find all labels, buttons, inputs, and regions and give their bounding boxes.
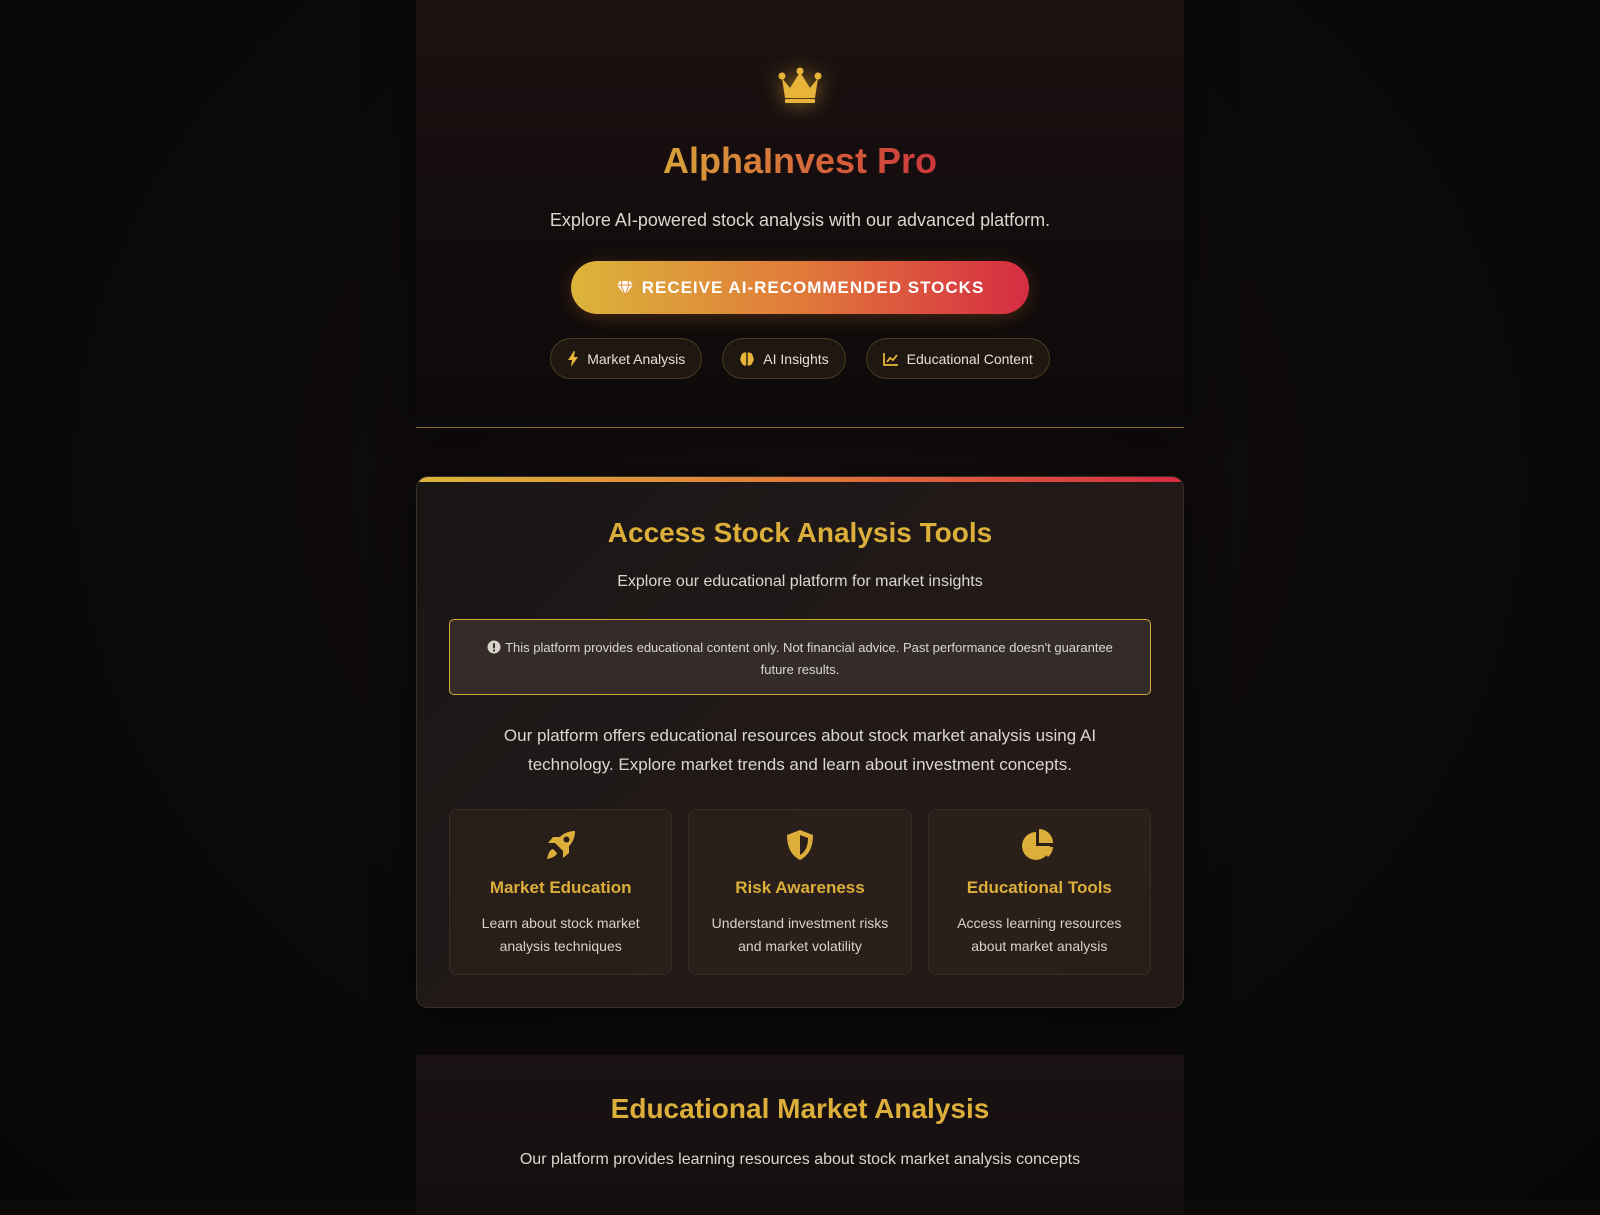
platform-description: Our platform offers educational resource… bbox=[477, 721, 1123, 779]
feature-card-market-education: Market Education Learn about stock marke… bbox=[449, 809, 672, 975]
feature-card-risk-awareness: Risk Awareness Understand investment ris… bbox=[688, 809, 911, 975]
tools-card: Access Stock Analysis Tools Explore our … bbox=[416, 476, 1184, 1008]
pill-label: Educational Content bbox=[907, 351, 1033, 367]
pill-label: AI Insights bbox=[763, 351, 828, 367]
pill-market-analysis[interactable]: Market Analysis bbox=[550, 338, 702, 379]
feature-title: Educational Tools bbox=[929, 878, 1150, 898]
card-accent-bar bbox=[417, 477, 1183, 482]
chart-line-icon bbox=[883, 352, 899, 366]
crown-icon bbox=[778, 66, 822, 104]
feature-grid: Market Education Learn about stock marke… bbox=[449, 809, 1151, 975]
pill-ai-insights[interactable]: AI Insights bbox=[722, 338, 845, 379]
card-title: Access Stock Analysis Tools bbox=[417, 517, 1183, 549]
bolt-icon bbox=[567, 351, 579, 367]
brand-title: AlphaInvest Pro bbox=[655, 140, 945, 182]
disclaimer-box: This platform provides educational conte… bbox=[449, 619, 1151, 695]
section-title: Educational Market Analysis bbox=[416, 1093, 1184, 1125]
main-column: AlphaInvest Pro Explore AI-powered stock… bbox=[416, 0, 1184, 428]
hero-tagline: Explore AI-powered stock analysis with o… bbox=[416, 210, 1184, 231]
disclaimer-text: This platform provides educational conte… bbox=[505, 640, 1113, 677]
hero-section: AlphaInvest Pro Explore AI-powered stock… bbox=[416, 0, 1184, 428]
gem-icon bbox=[616, 280, 634, 296]
shield-icon bbox=[783, 828, 817, 862]
feature-title: Market Education bbox=[450, 878, 671, 898]
receive-stocks-button[interactable]: RECEIVE AI-RECOMMENDED STOCKS bbox=[571, 261, 1029, 314]
chart-pie-icon bbox=[1021, 828, 1057, 862]
educational-analysis-section: Educational Market Analysis Our platform… bbox=[416, 1055, 1184, 1215]
feature-pills: Market Analysis AI Insights Educational … bbox=[416, 338, 1184, 379]
card-subtitle: Explore our educational platform for mar… bbox=[417, 573, 1183, 591]
section-subtitle: Our platform provides learning resources… bbox=[416, 1151, 1184, 1169]
cta-label: RECEIVE AI-RECOMMENDED STOCKS bbox=[642, 278, 985, 298]
exclamation-circle-icon bbox=[487, 640, 501, 654]
pill-label: Market Analysis bbox=[587, 351, 685, 367]
feature-desc: Access learning resources about market a… bbox=[947, 912, 1132, 958]
crown-logo bbox=[416, 66, 1184, 104]
feature-card-educational-tools: Educational Tools Access learning resour… bbox=[928, 809, 1151, 975]
pill-educational-content[interactable]: Educational Content bbox=[866, 338, 1050, 379]
feature-title: Risk Awareness bbox=[689, 878, 910, 898]
feature-desc: Understand investment risks and market v… bbox=[707, 912, 892, 958]
rocket-icon bbox=[544, 828, 578, 862]
brain-icon bbox=[739, 351, 755, 367]
feature-desc: Learn about stock market analysis techni… bbox=[468, 912, 653, 958]
